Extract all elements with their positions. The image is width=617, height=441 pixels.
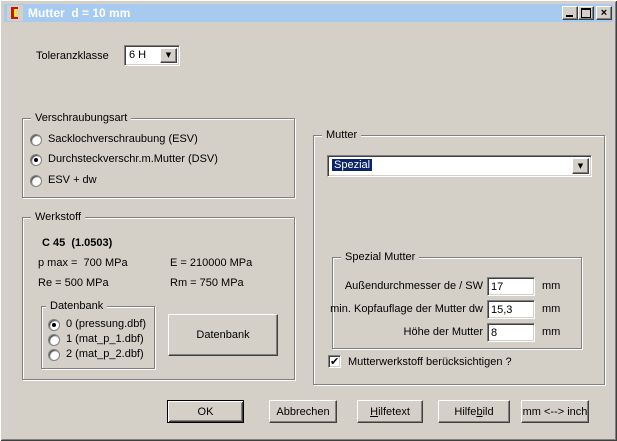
radio-icon [30,154,42,166]
abbrechen-button[interactable]: Abbrechen [269,400,337,423]
radio-label: Sacklochverschraubung (ESV) [48,133,198,146]
kopfauflage-unit: mm [542,302,560,316]
radio-db-2[interactable]: 2 (mat_p_2.dbf) [48,348,144,361]
window-title: Mutter d = 10 mm [28,6,130,20]
re-value: Re = 500 MPa [38,276,109,290]
aussendurchmesser-unit: mm [542,279,560,293]
rm-value: Rm = 750 MPa [170,276,244,290]
material-name: C 45 (1.0503) [42,236,112,250]
mutter-combobox[interactable]: Spezial ▼ [327,155,592,177]
e-modul-value: E = 210000 MPa [170,256,252,270]
chevron-down-icon[interactable]: ▼ [572,158,589,174]
pmax-value: p max = 700 MPa [38,256,128,270]
hilfetext-button[interactable]: Hilfetext [357,400,423,423]
group-verschraubungsart-legend: Verschraubungsart [31,112,131,125]
dialog-window: Mutter d = 10 mm × Toleranzklasse 6 H ▼ … [0,0,617,441]
maximize-button[interactable] [578,6,594,20]
ok-button[interactable]: OK [167,400,244,423]
radio-db-1[interactable]: 1 (mat_p_1.dbf) [48,333,144,346]
radio-icon [30,134,42,146]
ok-button-label: OK [198,406,214,418]
hoehe-unit: mm [542,325,560,339]
mutter-combobox-value: Spezial [332,159,372,171]
checkbox-icon: ✔ [328,355,341,368]
hoehe-input[interactable] [487,323,535,342]
radio-icon [48,319,60,331]
toleranzklasse-combobox[interactable]: 6 H ▼ [124,45,180,66]
radio-label: Durchsteckverschr.m.Mutter (DSV) [48,153,218,166]
kopfauflage-input[interactable] [487,300,535,319]
radio-label: 2 (mat_p_2.dbf) [66,348,144,361]
minimize-button[interactable] [562,6,578,20]
radio-esv[interactable]: Sacklochverschraubung (ESV) [30,133,198,146]
window-controls: × [562,6,612,20]
group-spezial-mutter-legend: Spezial Mutter [341,251,419,264]
toleranzklasse-label: Toleranzklasse [36,49,109,63]
group-mutter-legend: Mutter [322,129,361,142]
mutterwerkstoff-checkbox-label: Mutterwerkstoff berücksichtigen ? [348,356,512,368]
radio-esv-dw[interactable]: ESV + dw [30,174,97,187]
chevron-down-icon[interactable]: ▼ [160,48,177,63]
datenbank-button[interactable]: Datenbank [168,314,278,356]
check-icon: ✔ [330,355,339,368]
group-werkstoff-legend: Werkstoff [31,211,85,224]
radio-label: 0 (pressung.dbf) [66,318,146,331]
app-icon[interactable] [7,5,23,21]
radio-label: 1 (mat_p_1.dbf) [66,333,144,346]
close-icon: × [601,8,607,18]
mutterwerkstoff-checkbox-row[interactable]: ✔ Mutterwerkstoff berücksichtigen ? [328,355,512,368]
close-button[interactable]: × [596,6,612,20]
hilfebild-button[interactable]: Hilfebild [438,400,510,423]
kopfauflage-label: min. Kopfauflage der Mutter dw [326,302,483,316]
hilfetext-button-label: Hilfetext [370,406,410,418]
mm-inch-button[interactable]: mm <--> inch [521,400,589,423]
radio-db-0[interactable]: 0 (pressung.dbf) [48,318,146,331]
pin-icon [14,9,16,17]
aussendurchmesser-label: Außendurchmesser de / SW [336,279,483,293]
mm-inch-button-label: mm <--> inch [523,406,588,418]
radio-dsv[interactable]: Durchsteckverschr.m.Mutter (DSV) [30,153,218,166]
radio-icon [48,334,60,346]
datenbank-button-label: Datenbank [196,329,249,341]
titlebar[interactable]: Mutter d = 10 mm × [4,4,613,22]
maximize-icon [581,8,591,18]
radio-icon [48,349,60,361]
minimize-icon [566,15,573,17]
aussendurchmesser-input[interactable] [487,277,535,296]
group-datenbank-legend: Datenbank [46,300,107,313]
radio-icon [30,175,42,187]
hilfebild-button-label: Hilfebild [454,406,493,418]
abbrechen-button-label: Abbrechen [276,406,329,418]
toleranzklasse-value: 6 H [129,49,146,61]
radio-label: ESV + dw [48,174,97,187]
hoehe-label: Höhe der Mutter [336,325,483,339]
